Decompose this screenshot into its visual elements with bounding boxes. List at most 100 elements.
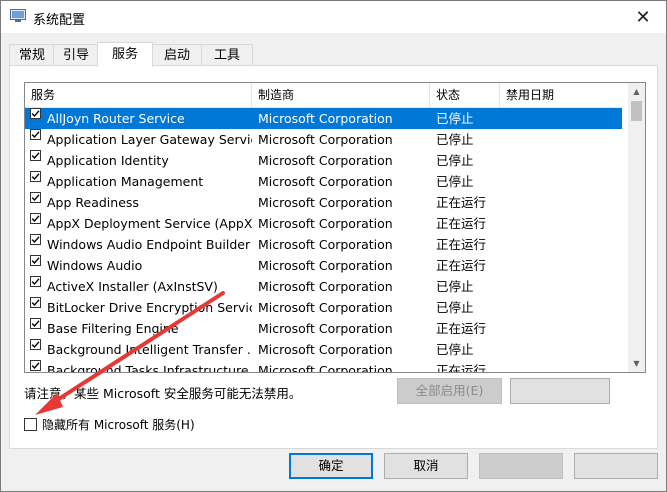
hide-ms-services-checkbox[interactable]: [24, 417, 37, 431]
table-row[interactable]: ActiveX Installer (AxInstSV) Microsoft Co…: [25, 276, 622, 297]
checkmark-icon: [31, 131, 40, 139]
service-checkbox[interactable]: [30, 150, 41, 161]
checkmark-icon: [31, 320, 40, 328]
service-status: 已停止: [436, 342, 474, 357]
service-name: Base Filtering Engine: [47, 321, 179, 336]
service-vendor: Microsoft Corporation: [258, 321, 393, 336]
service-name: Application Management: [47, 174, 204, 189]
hide-ms-services-row[interactable]: 隐藏所有 Microsoft 服务(H): [24, 416, 195, 432]
system-config-window: 系统配置 ✕ 常规 引导 服务 启动 工具 服务 制造商 状态 禁用日期 All…: [0, 0, 667, 492]
service-checkbox[interactable]: [30, 213, 41, 224]
service-checkbox[interactable]: [30, 171, 41, 182]
service-name: ActiveX Installer (AxInstSV): [47, 279, 218, 294]
service-status: 正在运行: [436, 237, 487, 252]
system-config-app-icon: [10, 9, 26, 22]
service-status: 正在运行: [436, 321, 487, 336]
checkmark-icon: [31, 173, 40, 181]
service-checkbox[interactable]: [30, 192, 41, 203]
table-row[interactable]: Windows Audio Microsoft Corporation 正在运行: [25, 255, 622, 276]
service-vendor: Microsoft Corporation: [258, 279, 393, 294]
service-name: Windows Audio: [47, 258, 143, 273]
close-button[interactable]: ✕: [620, 1, 666, 33]
service-vendor: Microsoft Corporation: [258, 111, 393, 126]
service-vendor: Microsoft Corporation: [258, 363, 393, 373]
hide-ms-services-label: 隐藏所有 Microsoft 服务(H): [42, 417, 195, 432]
table-row[interactable]: Base Filtering Engine Microsoft Corporati…: [25, 318, 622, 339]
service-status: 正在运行: [436, 258, 487, 273]
checkmark-icon: [31, 257, 40, 265]
service-vendor: Microsoft Corporation: [258, 132, 393, 147]
checkmark-icon: [31, 194, 40, 202]
table-row[interactable]: Background Intelligent Transfer ... Micro…: [25, 339, 622, 360]
service-vendor: Microsoft Corporation: [258, 216, 393, 231]
service-name: BitLocker Drive Encryption Service: [47, 300, 252, 315]
service-name: Windows Audio Endpoint Builder: [47, 237, 251, 252]
column-header-service[interactable]: 服务: [25, 83, 252, 107]
service-status: 已停止: [436, 279, 474, 294]
checkmark-icon: [31, 110, 40, 118]
service-status: 已停止: [436, 174, 474, 189]
table-row[interactable]: Application Layer Gateway Service Microso…: [25, 129, 622, 150]
checkmark-icon: [31, 236, 40, 244]
checkmark-icon: [31, 341, 40, 349]
service-checkbox[interactable]: [30, 297, 41, 308]
table-row[interactable]: App Readiness Microsoft Corporation 正在运行: [25, 192, 622, 213]
service-vendor: Microsoft Corporation: [258, 195, 393, 210]
service-checkbox[interactable]: [30, 360, 41, 371]
service-rows: AllJoyn Router Service Microsoft Corporat…: [25, 108, 622, 373]
service-status: 正在运行: [436, 363, 487, 373]
service-checkbox[interactable]: [30, 108, 41, 119]
services-panel: 服务 制造商 状态 禁用日期 AllJoyn Router Service Mic…: [9, 65, 658, 449]
scroll-up-icon[interactable]: ▲: [628, 83, 645, 100]
scroll-thumb[interactable]: [631, 101, 642, 121]
service-vendor: Microsoft Corporation: [258, 174, 393, 189]
checkmark-icon: [31, 278, 40, 286]
service-name: App Readiness: [47, 195, 139, 210]
service-checkbox[interactable]: [30, 318, 41, 329]
help-button[interactable]: [574, 453, 658, 479]
apply-button[interactable]: [479, 453, 563, 479]
tab-startup[interactable]: 启动: [151, 44, 203, 66]
table-row[interactable]: Windows Audio Endpoint Builder Microsoft …: [25, 234, 622, 255]
table-row[interactable]: AllJoyn Router Service Microsoft Corporat…: [25, 108, 622, 129]
service-checkbox[interactable]: [30, 234, 41, 245]
services-list[interactable]: 服务 制造商 状态 禁用日期 AllJoyn Router Service Mic…: [24, 82, 646, 373]
tab-tools[interactable]: 工具: [201, 44, 253, 66]
security-note: 请注意，某些 Microsoft 安全服务可能无法禁用。: [24, 386, 302, 401]
service-status: 正在运行: [436, 216, 487, 231]
service-name: Application Identity: [47, 153, 169, 168]
table-row[interactable]: Application Management Microsoft Corporat…: [25, 171, 622, 192]
service-name: Application Layer Gateway Service: [47, 132, 252, 147]
vertical-scrollbar[interactable]: ▲ ▼: [628, 83, 645, 372]
service-name: AllJoyn Router Service: [47, 111, 185, 126]
service-vendor: Microsoft Corporation: [258, 342, 393, 357]
table-row[interactable]: AppX Deployment Service (AppX... Microsof…: [25, 213, 622, 234]
service-name: Background Intelligent Transfer ...: [47, 342, 252, 357]
scroll-down-icon[interactable]: ▼: [628, 355, 645, 372]
tab-boot[interactable]: 引导: [53, 44, 99, 66]
service-status: 已停止: [436, 300, 474, 315]
table-row[interactable]: Application Identity Microsoft Corporatio…: [25, 150, 622, 171]
ok-button[interactable]: 确定: [289, 453, 373, 479]
checkmark-icon: [31, 215, 40, 223]
tab-services[interactable]: 服务: [97, 42, 153, 67]
enable-all-button[interactable]: 全部启用(E): [397, 378, 502, 404]
cancel-button[interactable]: 取消: [384, 453, 468, 479]
service-checkbox[interactable]: [30, 129, 41, 140]
table-row[interactable]: Background Tasks Infrastructure ... Micro…: [25, 360, 622, 373]
disable-all-button[interactable]: [510, 378, 610, 404]
service-name: Background Tasks Infrastructure ...: [47, 363, 252, 373]
column-header-disabled-date[interactable]: 禁用日期: [500, 83, 622, 107]
column-header-vendor[interactable]: 制造商: [252, 83, 430, 107]
service-checkbox[interactable]: [30, 255, 41, 266]
checkmark-icon: [31, 299, 40, 307]
table-row[interactable]: BitLocker Drive Encryption Service Micros…: [25, 297, 622, 318]
column-header-status[interactable]: 状态: [430, 83, 500, 107]
service-vendor: Microsoft Corporation: [258, 258, 393, 273]
service-checkbox[interactable]: [30, 339, 41, 350]
service-checkbox[interactable]: [30, 276, 41, 287]
tab-general[interactable]: 常规: [9, 44, 55, 66]
service-status: 已停止: [436, 111, 474, 126]
service-status: 已停止: [436, 153, 474, 168]
service-name: AppX Deployment Service (AppX...: [47, 216, 252, 231]
